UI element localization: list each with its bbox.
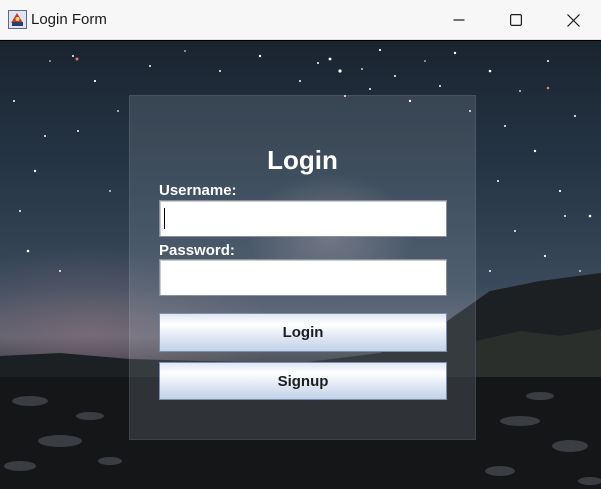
minimize-button[interactable] [431,0,487,40]
login-window: Login Form Login Username: Password: Log… [0,0,601,489]
maximize-button[interactable] [488,0,544,40]
password-input[interactable] [159,259,447,296]
username-label: Username: [159,182,237,199]
username-input[interactable] [159,200,447,237]
signup-button[interactable]: Signup [159,362,447,400]
window-title: Login Form [31,11,107,28]
login-button[interactable]: Login [159,313,447,352]
login-heading: Login [267,145,338,175]
close-button[interactable] [545,0,601,40]
maximize-icon [510,14,522,26]
title-bar[interactable]: Login Form [0,0,601,40]
java-app-icon [8,10,27,29]
text-caret [164,208,165,229]
close-icon [566,13,580,27]
password-label: Password: [159,242,235,259]
minimize-icon [453,19,465,21]
